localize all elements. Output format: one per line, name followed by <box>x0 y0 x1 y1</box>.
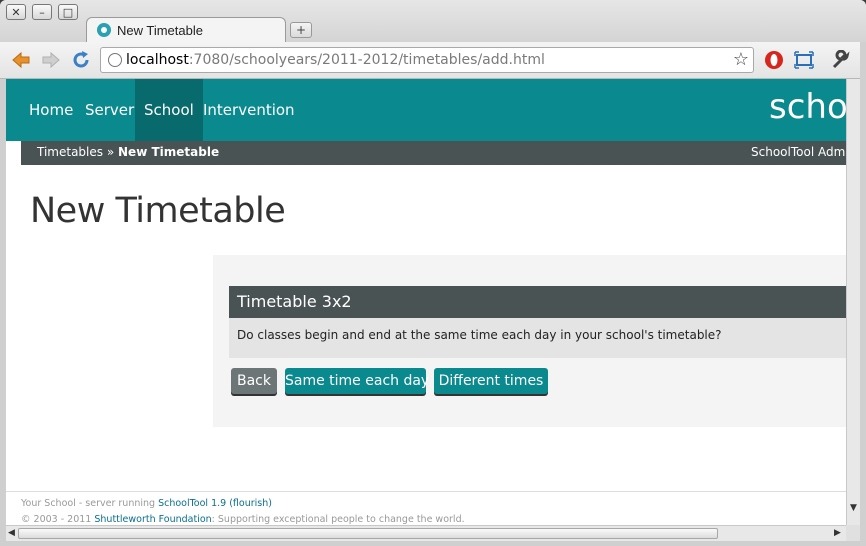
user-menu[interactable]: SchoolTool Administrator <box>751 145 846 159</box>
maximize-window-button[interactable]: □ <box>58 4 78 20</box>
timetable-wizard-panel: Timetable 3x2 Do classes begin and end a… <box>213 255 846 427</box>
nav-item-intervention[interactable]: Intervention <box>194 79 304 141</box>
forward-arrow-icon <box>42 51 60 69</box>
schooltool-logo: schoo <box>769 87 846 127</box>
form-heading-text: Timetable 3x2 <box>237 292 352 311</box>
schooltool-version-link[interactable]: SchoolTool 1.9 (flourish) <box>158 498 272 509</box>
opera-extension-icon[interactable] <box>764 50 784 70</box>
reload-icon <box>73 51 89 68</box>
globe-icon <box>108 53 122 67</box>
browser-toolbar: localhost:7080/schoolyears/2011-2012/tim… <box>0 42 866 79</box>
title-bar: ✕ – □ New Timetable + <box>0 0 866 43</box>
back-arrow-icon <box>12 51 30 69</box>
scroll-right-icon[interactable]: ▶ <box>834 528 841 538</box>
new-tab-button[interactable]: + <box>290 22 312 38</box>
bookmark-star-icon[interactable]: ☆ <box>733 49 749 70</box>
reload-button[interactable] <box>70 49 92 71</box>
breadcrumb-separator: » <box>106 145 115 159</box>
shuttleworth-link[interactable]: Shuttleworth Foundation <box>94 514 211 525</box>
url-host: localhost <box>126 52 189 68</box>
footer-copyright: © 2003 - 2011 <box>21 514 95 525</box>
breadcrumb: Timetables » New Timetable <box>37 145 219 159</box>
scroll-left-icon[interactable]: ◀ <box>8 528 15 538</box>
minimize-window-button[interactable]: – <box>32 4 52 20</box>
back-nav-button[interactable] <box>10 49 32 71</box>
plus-icon: + <box>295 23 307 37</box>
wrench-menu-icon[interactable] <box>830 49 850 70</box>
footer-line-2: © 2003 - 2011 Shuttleworth Foundation: S… <box>21 514 465 525</box>
scroll-down-icon[interactable]: ▼ <box>850 503 857 513</box>
footer-server-text: Your School - server running <box>21 498 159 509</box>
page-title: New Timetable <box>30 191 286 231</box>
nav-item-home[interactable]: Home <box>20 79 82 141</box>
back-button[interactable]: Back <box>231 368 277 394</box>
top-navigation: Home Server School Intervention schoo <box>6 79 846 141</box>
different-times-button[interactable]: Different times <box>434 368 548 394</box>
form-question: Do classes begin and end at the same tim… <box>229 318 846 358</box>
tab-title: New Timetable <box>117 23 203 38</box>
horizontal-scrollbar[interactable]: ◀ ▶ <box>6 525 846 541</box>
form-question-text: Do classes begin and end at the same tim… <box>237 328 722 342</box>
page-footer: Your School - server running SchoolTool … <box>6 491 846 525</box>
close-window-button[interactable]: ✕ <box>6 4 26 20</box>
nav-item-school[interactable]: School <box>135 79 203 141</box>
close-icon: ✕ <box>11 5 21 19</box>
page-viewport: Home Server School Intervention schoo Ti… <box>6 79 846 525</box>
maximize-icon: □ <box>62 5 74 19</box>
scroll-corner <box>846 525 860 541</box>
breadcrumb-bar: Timetables » New Timetable SchoolTool Ad… <box>21 141 846 165</box>
browser-window: ✕ – □ New Timetable + localhost:7080/sch… <box>0 0 866 546</box>
url-path: :7080/schoolyears/2011-2012/timetables/a… <box>188 52 545 68</box>
horizontal-scroll-thumb[interactable] <box>18 528 718 539</box>
minimize-icon: – <box>39 5 45 19</box>
window-edge <box>860 42 866 546</box>
schooltool-favicon-icon <box>97 23 111 37</box>
address-bar[interactable]: localhost:7080/schoolyears/2011-2012/tim… <box>100 47 754 73</box>
footer-tagline: : Supporting exceptional people to chang… <box>211 514 465 525</box>
browser-tab[interactable]: New Timetable <box>86 17 286 43</box>
vertical-scrollbar[interactable]: ▼ <box>846 79 860 525</box>
fullscreen-icon[interactable] <box>794 50 814 70</box>
breadcrumb-current: New Timetable <box>118 145 220 159</box>
nav-item-server[interactable]: Server <box>76 79 143 141</box>
breadcrumb-timetables-link[interactable]: Timetables <box>37 145 103 159</box>
footer-line-1: Your School - server running SchoolTool … <box>21 498 272 509</box>
same-time-button[interactable]: Same time each day <box>285 368 429 394</box>
address-url: localhost:7080/schoolyears/2011-2012/tim… <box>126 52 545 68</box>
forward-nav-button[interactable] <box>40 49 62 71</box>
form-heading: Timetable 3x2 <box>229 286 846 318</box>
